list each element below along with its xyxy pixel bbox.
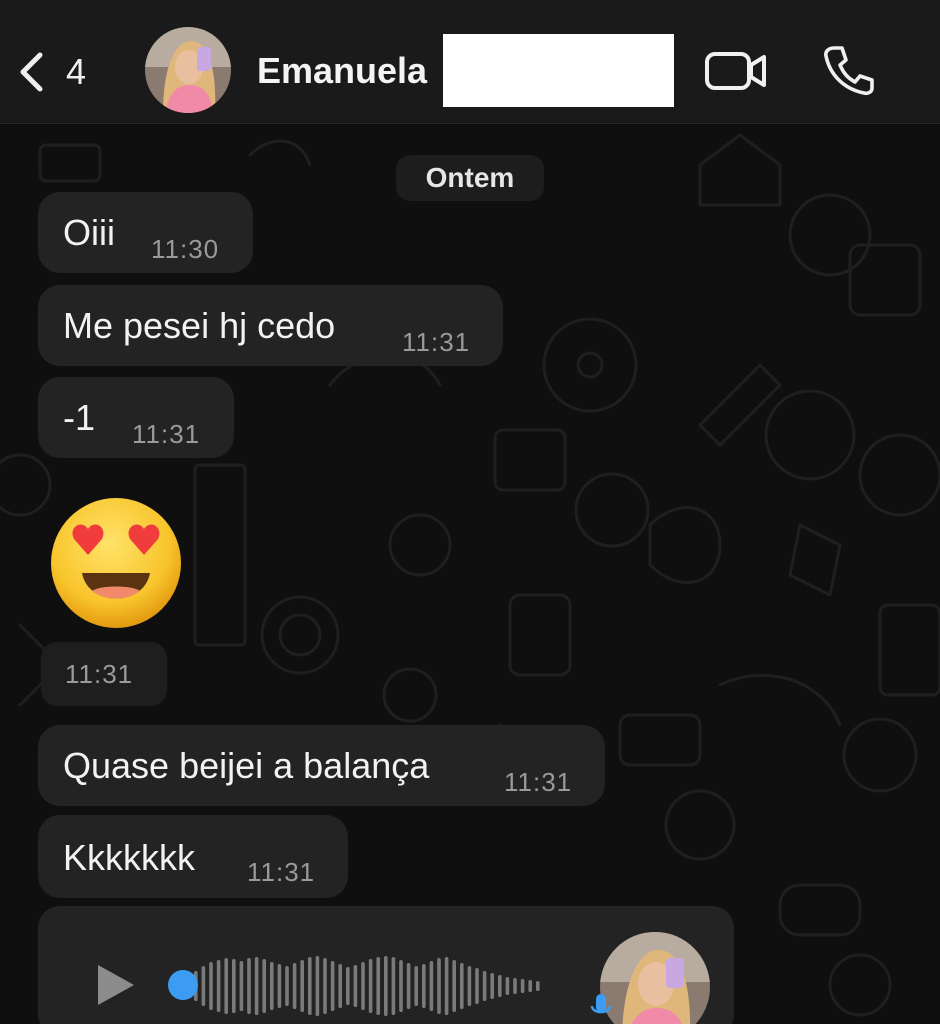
waveform-bar <box>346 967 350 1005</box>
waveform-bar <box>475 968 479 1004</box>
back-button[interactable]: 4 <box>14 44 86 100</box>
date-separator: Ontem <box>396 155 544 201</box>
chevron-left-icon <box>20 52 43 92</box>
waveform-bar <box>414 966 418 1006</box>
waveform-bar <box>452 960 456 1012</box>
voice-message[interactable] <box>38 906 734 1024</box>
waveform-bar <box>460 963 464 1009</box>
chat-header: 4 Emanuela <box>0 0 940 124</box>
message-time: 11:30 <box>151 234 220 264</box>
waveform-bar <box>239 961 244 1011</box>
play-icon[interactable] <box>96 961 136 1009</box>
waveform-bar <box>209 962 213 1010</box>
waveform-bar <box>254 957 259 1015</box>
unread-count: 4 <box>66 51 87 92</box>
waveform-bar <box>323 958 327 1014</box>
message-time: 11:31 <box>65 659 134 689</box>
waveform-bar <box>422 964 426 1008</box>
waveform-bar <box>513 978 517 994</box>
waveform-bar <box>498 975 502 997</box>
message-text: Kkkkkkk <box>63 837 196 878</box>
waveform-bar <box>292 963 297 1009</box>
message-bubble[interactable]: Quase beijei a balança 11:31 <box>38 725 605 806</box>
message-text: Quase beijei a balança <box>63 745 430 786</box>
waveform-bar <box>201 966 206 1006</box>
waveform-bar <box>270 962 274 1010</box>
waveform-bar <box>315 956 320 1016</box>
waveform-bar <box>277 964 282 1008</box>
waveform-bar <box>490 973 494 999</box>
waveform-bar <box>528 980 532 992</box>
message-time: 11:31 <box>402 327 471 357</box>
message-bubble[interactable]: Me pesei hj cedo 11:31 <box>38 285 503 366</box>
waveform-bar <box>361 962 365 1010</box>
message-time: 11:31 <box>132 419 201 449</box>
contact-avatar[interactable] <box>145 27 231 113</box>
waveform-bar <box>308 957 312 1015</box>
heart-eyes-emoji-icon[interactable] <box>48 495 184 631</box>
video-call-icon[interactable] <box>704 48 768 94</box>
seek-handle[interactable] <box>168 970 198 1000</box>
waveform-bar <box>330 961 335 1011</box>
waveform-bar <box>376 957 380 1015</box>
contact-name[interactable]: Emanuela <box>257 50 427 92</box>
waveform-bar <box>536 981 540 991</box>
message-time: 11:31 <box>504 767 573 797</box>
waveform-bar <box>429 961 434 1011</box>
waveform-bar <box>406 963 411 1009</box>
sender-avatar <box>600 932 710 1024</box>
waveform-bar <box>437 958 441 1014</box>
message-bubble[interactable]: -1 11:31 <box>38 377 234 458</box>
emoji-time-chip: 11:31 <box>41 642 167 706</box>
phone-icon[interactable] <box>822 44 876 96</box>
message-text: Oiii <box>63 212 115 253</box>
waveform-bar <box>399 960 403 1012</box>
waveform-bar <box>338 964 342 1008</box>
waveform-bar <box>262 959 266 1013</box>
waveform-bar <box>216 960 221 1012</box>
redaction-box <box>443 34 674 107</box>
waveform-bar <box>482 971 487 1001</box>
message-time: 11:31 <box>247 857 316 887</box>
waveform-bar <box>384 956 388 1016</box>
waveform-bar <box>467 966 472 1006</box>
waveform-bar <box>232 959 236 1013</box>
audio-waveform[interactable] <box>190 954 550 1018</box>
message-bubble[interactable]: Oiii 11:30 <box>38 192 253 273</box>
waveform-bar <box>224 958 228 1014</box>
waveform-bar <box>505 977 510 995</box>
waveform-bar <box>247 958 251 1014</box>
message-text: Me pesei hj cedo <box>63 305 336 346</box>
waveform-bar <box>391 957 396 1015</box>
microphone-icon <box>590 994 612 1014</box>
waveform-bar <box>444 957 449 1015</box>
message-bubble[interactable]: Kkkkkkk 11:31 <box>38 815 348 898</box>
message-text: -1 <box>63 397 96 438</box>
waveform-bar <box>285 966 289 1006</box>
waveform-bar <box>300 960 304 1012</box>
waveform-bar <box>368 959 373 1013</box>
waveform-bar <box>520 979 525 993</box>
waveform-bar <box>353 965 358 1007</box>
